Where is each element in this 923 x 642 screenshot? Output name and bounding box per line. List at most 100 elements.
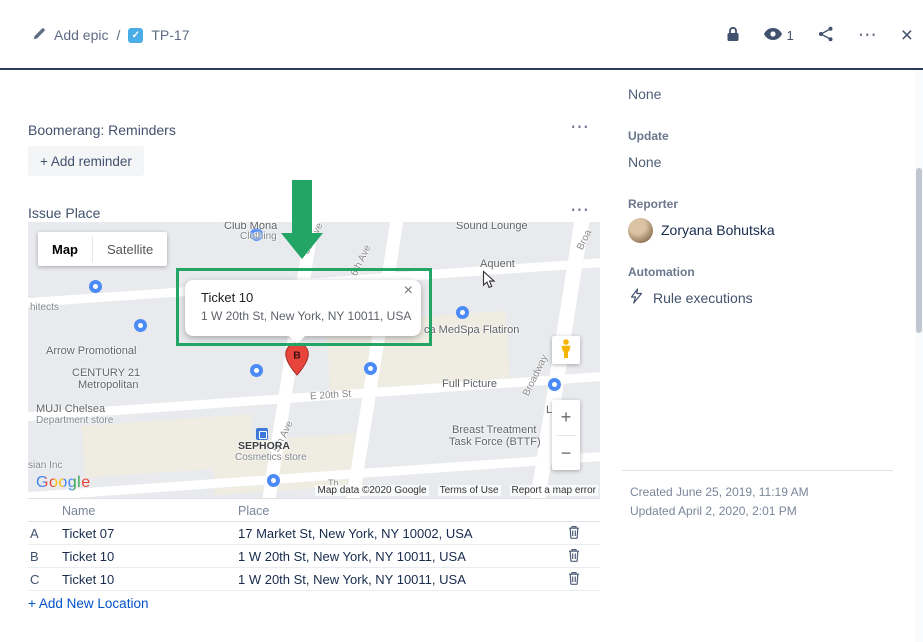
automation-field-label: Automation bbox=[628, 265, 695, 279]
map-data-attribution: Map data ©2020 Google bbox=[315, 485, 428, 496]
lock-icon bbox=[726, 26, 740, 45]
place-column-header: Place bbox=[238, 504, 269, 518]
poi-marker-icon bbox=[267, 474, 280, 487]
add-new-location-link[interactable]: + Add New Location bbox=[28, 596, 148, 611]
map-label: hitects bbox=[30, 302, 59, 313]
share-icon bbox=[818, 26, 834, 45]
table-row: B Ticket 10 1 W 20th St, New York, NY 10… bbox=[28, 545, 600, 568]
close-button[interactable]: × bbox=[901, 25, 913, 46]
poi-marker-icon bbox=[548, 378, 561, 391]
report-map-error-link[interactable]: Report a map error bbox=[510, 485, 598, 496]
annotation-arrow bbox=[281, 180, 323, 259]
update-field-label: Update bbox=[628, 129, 669, 143]
update-field-value[interactable]: None bbox=[628, 154, 661, 170]
poi-marker-icon bbox=[364, 362, 377, 375]
map-type-satellite-button[interactable]: Satellite bbox=[93, 232, 167, 266]
panel-divider bbox=[622, 470, 893, 471]
eye-icon bbox=[764, 28, 782, 43]
zoom-control: + − bbox=[552, 400, 580, 470]
field-value-none[interactable]: None bbox=[628, 86, 661, 102]
delete-location-button[interactable] bbox=[568, 571, 580, 588]
poi-marker-icon bbox=[250, 364, 263, 377]
map-label: E 20th St bbox=[310, 389, 352, 403]
map-label: Clothing bbox=[240, 231, 277, 242]
reminders-menu-button[interactable]: ⋯ bbox=[570, 118, 589, 137]
map-label: sian Inc bbox=[28, 460, 62, 471]
poi-marker-icon bbox=[134, 319, 147, 332]
add-reminder-button[interactable]: + Add reminder bbox=[28, 146, 144, 176]
lightning-bolt-icon bbox=[630, 288, 643, 307]
map-label: SEPHORA bbox=[238, 440, 290, 452]
poi-marker-icon bbox=[456, 306, 469, 319]
zoom-in-button[interactable]: + bbox=[552, 400, 580, 435]
map-label: Task Force (BTTF) bbox=[449, 436, 541, 448]
row-name: Ticket 10 bbox=[62, 572, 114, 587]
watch-count: 1 bbox=[787, 28, 794, 43]
more-actions-button[interactable]: ⋯ bbox=[858, 26, 877, 45]
scrollbar-thumb[interactable] bbox=[916, 168, 922, 333]
row-place: 1 W 20th St, New York, NY 10011, USA bbox=[238, 549, 466, 564]
map-label: Sound Lounge bbox=[456, 222, 528, 232]
marker-label: B bbox=[293, 351, 301, 362]
map-label: Full Picture bbox=[442, 378, 497, 390]
add-epic-button[interactable]: Add epic bbox=[54, 27, 108, 43]
map-label: Aquent bbox=[480, 258, 515, 270]
reporter-field-label: Reporter bbox=[628, 197, 678, 211]
rule-executions-link[interactable]: Rule executions bbox=[630, 288, 753, 307]
pegman-icon bbox=[560, 339, 572, 362]
pencil-icon bbox=[33, 27, 46, 43]
row-name: Ticket 07 bbox=[62, 526, 114, 541]
google-logo[interactable]: Google bbox=[36, 474, 91, 492]
map-label: ca MedSpa Flatiron bbox=[424, 324, 519, 336]
map-label: Arrow Promotional bbox=[46, 345, 136, 357]
map-type-map-button[interactable]: Map bbox=[38, 232, 92, 266]
zoom-out-button[interactable]: − bbox=[552, 436, 580, 471]
transit-station-icon bbox=[256, 428, 268, 440]
arrow-stem bbox=[292, 180, 312, 233]
map-attribution: Map data ©2020 Google Terms of Use Repor… bbox=[315, 485, 598, 496]
reporter-avatar[interactable] bbox=[628, 218, 653, 243]
watch-button[interactable]: 1 bbox=[764, 28, 794, 43]
name-column-header: Name bbox=[62, 504, 95, 518]
issue-key-link[interactable]: TP-17 bbox=[151, 27, 189, 43]
locations-table: Name Place A Ticket 07 17 Market St, New… bbox=[28, 498, 600, 591]
row-letter: A bbox=[30, 526, 39, 541]
map-type-control: Map Satellite bbox=[38, 232, 167, 266]
row-name: Ticket 10 bbox=[62, 549, 114, 564]
table-row: C Ticket 10 1 W 20th St, New York, NY 10… bbox=[28, 568, 600, 591]
header-actions: 1 ⋯ × bbox=[726, 22, 914, 48]
created-timestamp: Created June 25, 2019, 11:19 AM bbox=[630, 485, 809, 499]
task-type-icon: ✓ bbox=[128, 28, 143, 43]
map-label: MUJI Chelsea bbox=[36, 403, 105, 415]
breadcrumb: Add epic / ✓ TP-17 bbox=[33, 27, 190, 43]
share-button[interactable] bbox=[818, 26, 834, 45]
row-place: 17 Market St, New York, NY 10002, USA bbox=[238, 526, 473, 541]
issue-place-section-title: Issue Place bbox=[28, 205, 100, 221]
street-view-pegman[interactable] bbox=[552, 336, 580, 364]
issue-place-menu-button[interactable]: ⋯ bbox=[570, 201, 589, 220]
map-label: Breast Treatment bbox=[452, 424, 536, 436]
restrict-button[interactable] bbox=[726, 26, 740, 45]
mouse-cursor-icon bbox=[482, 270, 496, 295]
highlight-rectangle bbox=[176, 268, 432, 346]
map-label: Department store bbox=[36, 415, 113, 426]
row-letter: C bbox=[30, 572, 39, 587]
table-header-row: Name Place bbox=[28, 498, 600, 522]
issue-view-page: Add epic / ✓ TP-17 1 ⋯ bbox=[0, 0, 923, 642]
google-map[interactable]: Club Mona Clothing 5th Ave 6th Ave Sound… bbox=[28, 222, 600, 498]
delete-location-button[interactable] bbox=[568, 548, 580, 565]
delete-location-button[interactable] bbox=[568, 525, 580, 542]
terms-of-use-link[interactable]: Terms of Use bbox=[438, 485, 501, 496]
reminders-section-title: Boomerang: Reminders bbox=[28, 122, 176, 138]
map-marker-b[interactable]: B bbox=[284, 342, 310, 381]
map-label: CENTURY 21 bbox=[72, 367, 140, 379]
map-label: Metropolitan bbox=[78, 379, 139, 391]
row-place: 1 W 20th St, New York, NY 10011, USA bbox=[238, 572, 466, 587]
table-row: A Ticket 07 17 Market St, New York, NY 1… bbox=[28, 522, 600, 545]
poi-marker-icon bbox=[89, 280, 102, 293]
arrow-head bbox=[281, 233, 323, 259]
reporter-name: Zoryana Bohutska bbox=[661, 222, 775, 238]
map-label: Cosmetics store bbox=[235, 452, 307, 463]
row-letter: B bbox=[30, 549, 39, 564]
breadcrumb-separator: / bbox=[116, 27, 120, 43]
